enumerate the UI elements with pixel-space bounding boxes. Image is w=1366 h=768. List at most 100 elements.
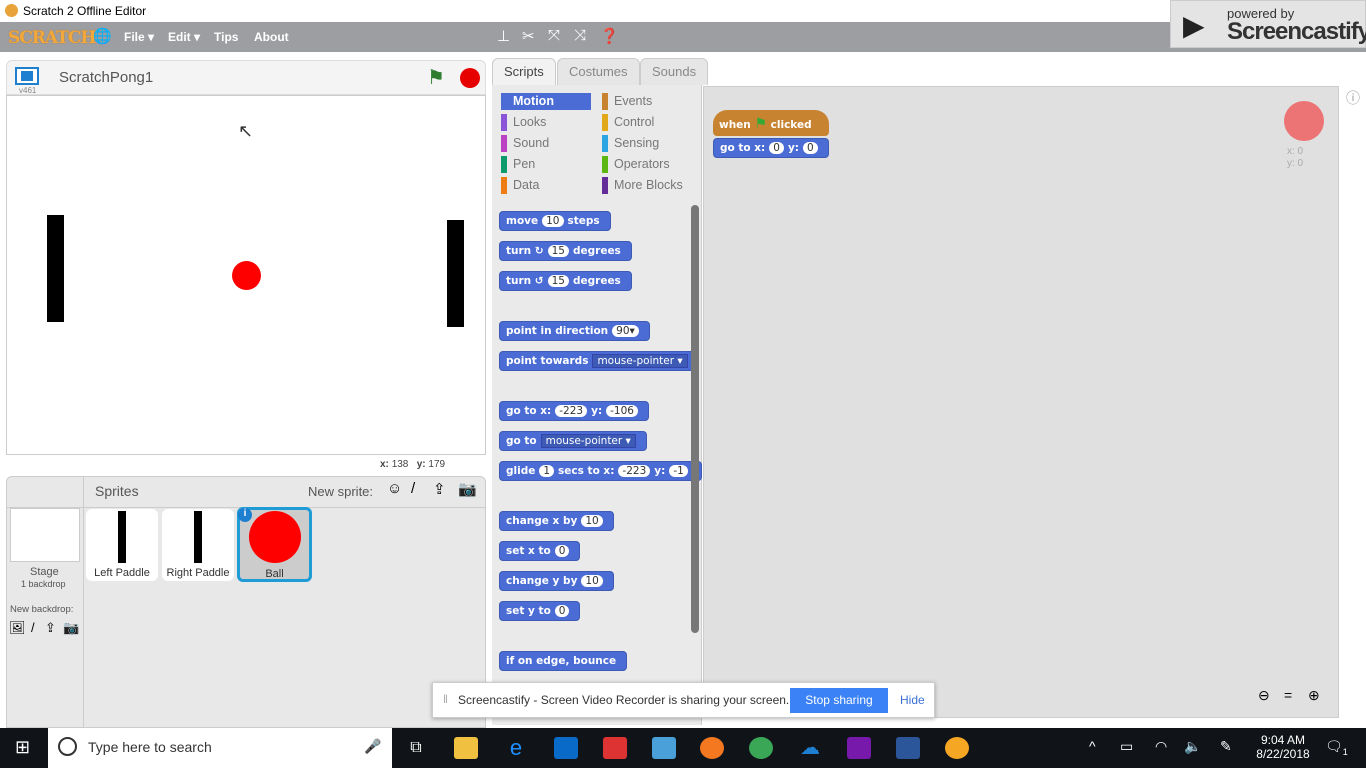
green-flag-icon[interactable]: ⚑ — [427, 65, 445, 90]
shrink-icon[interactable]: ⤨ — [574, 27, 586, 44]
windows-start-icon[interactable]: ⊞ — [15, 737, 30, 758]
motion-block[interactable]: turn ↻ 15 degrees — [499, 241, 632, 261]
menu-file[interactable]: File ▾ — [124, 30, 154, 44]
tab-sounds[interactable]: Sounds — [640, 58, 709, 85]
task-view-icon[interactable]: ⧉ — [404, 737, 428, 759]
menu-edit[interactable]: Edit ▾ — [168, 30, 200, 44]
camera-backdrop-icon[interactable]: 📷 — [63, 620, 79, 636]
motion-block[interactable]: if on edge, bounce — [499, 651, 628, 671]
camera-icon[interactable]: 📷 — [458, 480, 477, 498]
category-sound[interactable]: Sound — [501, 135, 591, 152]
help-circle-icon[interactable]: ⓘ — [1346, 88, 1360, 108]
block-input[interactable]: 1 — [539, 465, 555, 477]
paint-brush-icon[interactable]: / — [411, 480, 415, 497]
sprite-thumb-right-paddle[interactable]: Right Paddle — [162, 509, 234, 581]
x-input[interactable]: 0 — [769, 142, 784, 154]
category-control[interactable]: Control — [602, 114, 692, 131]
scratch-taskbar-icon[interactable] — [945, 737, 969, 759]
zoom-in-icon[interactable]: ⊕ — [1308, 687, 1320, 704]
scratch-logo[interactable]: SCRATCH — [8, 28, 96, 48]
motion-block[interactable]: set y to 0 — [499, 601, 581, 621]
motion-block[interactable]: move 10 steps — [499, 211, 611, 231]
palette-scrollbar[interactable] — [691, 205, 699, 633]
outlook-icon[interactable] — [554, 737, 578, 759]
cut-scissors-icon[interactable]: ✂ — [522, 27, 535, 45]
block-input[interactable]: 0 — [554, 545, 570, 557]
block-input[interactable]: 0 — [554, 605, 570, 617]
stop-icon[interactable] — [460, 68, 480, 88]
block-dropdown[interactable]: mouse-pointer ▾ — [540, 434, 636, 448]
motion-block[interactable]: go to x: -223 y: -106 — [499, 401, 649, 421]
microphone-icon[interactable]: 🎤 — [364, 738, 381, 755]
when-flag-clicked-block[interactable]: when ⚑ clicked — [713, 110, 829, 136]
y-input[interactable]: 0 — [802, 142, 818, 154]
word-icon[interactable] — [896, 737, 920, 759]
clock[interactable]: 9:04 AM 8/22/2018 — [1255, 733, 1311, 761]
paint-backdrop-icon[interactable]: / — [31, 620, 35, 635]
block-input[interactable]: -223 — [618, 465, 651, 477]
fullscreen-icon[interactable] — [15, 67, 39, 85]
left-paddle-sprite[interactable] — [47, 215, 64, 322]
menu-tips[interactable]: Tips — [214, 30, 238, 44]
block-input[interactable]: 90▾ — [612, 325, 639, 337]
motion-block[interactable]: glide 1 secs to x: -223 y: -1 — [499, 461, 702, 481]
category-motion[interactable]: Motion — [501, 93, 591, 110]
edge-icon[interactable]: e — [504, 737, 528, 759]
category-looks[interactable]: Looks — [501, 114, 591, 131]
block-input[interactable]: -106 — [606, 405, 638, 417]
volume-icon[interactable]: 🔈 — [1184, 738, 1201, 755]
upload-icon[interactable]: ⇪ — [433, 480, 446, 498]
block-input[interactable]: 15 — [547, 275, 569, 287]
pen-ink-icon[interactable]: ✎ — [1220, 738, 1232, 755]
motion-block[interactable]: go to mouse-pointer ▾ — [499, 431, 647, 451]
block-input[interactable]: -1 — [669, 465, 688, 477]
motion-block[interactable]: set x to 0 — [499, 541, 581, 561]
category-operators[interactable]: Operators — [602, 156, 692, 173]
block-input[interactable]: 15 — [547, 245, 569, 257]
block-input[interactable]: 10 — [581, 575, 603, 587]
help-icon[interactable]: ❓ — [600, 27, 619, 45]
block-input[interactable]: 10 — [542, 215, 564, 227]
drag-handle-icon[interactable]: ‖ — [443, 692, 448, 706]
motion-block[interactable]: point in direction 90▾ — [499, 321, 650, 341]
block-input[interactable]: 10 — [581, 515, 603, 527]
backdrop-library-icon[interactable]: 🖼 — [9, 620, 26, 636]
notifications-icon[interactable]: 🗨1 — [1325, 738, 1348, 757]
taskbar-search[interactable]: Type here to search 🎤 — [48, 728, 392, 768]
app-icon[interactable] — [603, 737, 627, 759]
battery-icon[interactable]: ▭ — [1120, 738, 1133, 755]
sprite-library-icon[interactable]: ☺ — [387, 480, 402, 497]
tab-costumes[interactable]: Costumes — [557, 58, 640, 85]
app-icon-2[interactable] — [652, 737, 676, 759]
upload-backdrop-icon[interactable]: ⇪ — [45, 620, 56, 636]
motion-block[interactable]: turn ↺ 15 degrees — [499, 271, 632, 291]
file-explorer-icon[interactable] — [454, 737, 478, 759]
wifi-icon[interactable]: ◠ — [1155, 738, 1167, 755]
hide-button[interactable]: Hide — [900, 693, 925, 707]
globe-icon[interactable]: 🌐 — [93, 27, 112, 45]
right-paddle-sprite[interactable] — [447, 220, 464, 327]
duplicate-stamp-icon[interactable]: ⊥ — [497, 27, 510, 45]
zoom-reset-icon[interactable]: = — [1284, 687, 1292, 703]
block-input[interactable]: -223 — [555, 405, 588, 417]
tab-scripts[interactable]: Scripts — [492, 58, 556, 85]
onenote-icon[interactable] — [847, 737, 871, 759]
block-dropdown[interactable]: mouse-pointer ▾ — [592, 354, 688, 368]
info-icon[interactable]: i — [238, 508, 252, 522]
go-to-xy-block[interactable]: go to x: 0 y: 0 — [713, 138, 829, 158]
stage-thumbnail[interactable] — [10, 508, 80, 562]
grow-icon[interactable]: ⤧ — [548, 27, 560, 44]
motion-block[interactable]: change y by 10 — [499, 571, 614, 591]
show-hidden-icons[interactable]: ^ — [1089, 738, 1096, 754]
chrome-icon[interactable] — [749, 737, 773, 759]
motion-block[interactable]: change x by 10 — [499, 511, 614, 531]
onedrive-icon[interactable]: ☁ — [798, 737, 822, 759]
ball-sprite[interactable] — [232, 261, 261, 290]
scripts-area[interactable]: x: 0 y: 0 ⊖ = ⊕ — [703, 86, 1339, 718]
motion-block[interactable]: point towards mouse-pointer ▾ — [499, 351, 699, 371]
category-data[interactable]: Data — [501, 177, 591, 194]
project-title[interactable]: ScratchPong1 — [59, 69, 153, 86]
stop-sharing-button[interactable]: Stop sharing — [790, 688, 888, 713]
stage-canvas[interactable]: ↖ — [6, 95, 486, 455]
sprite-thumb-ball[interactable]: i Ball — [237, 507, 312, 582]
